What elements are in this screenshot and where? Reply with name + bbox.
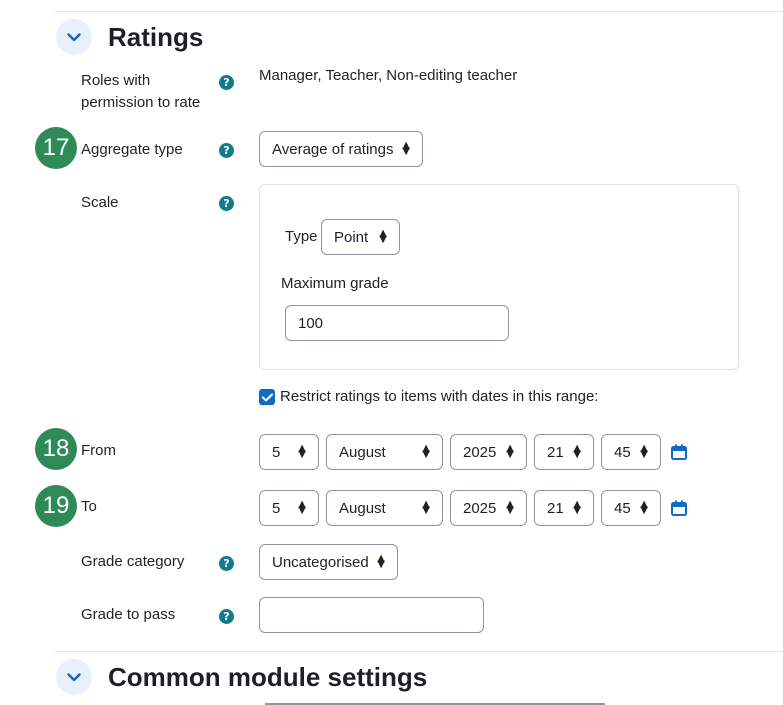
aggregate-type-select[interactable]: Average of ratings ▲ ▼	[259, 131, 423, 167]
sort-caret-icon: ▲ ▼	[402, 140, 410, 157]
sort-caret-icon: ▲ ▼	[422, 443, 430, 460]
scale-help-icon[interactable]: ?	[219, 196, 234, 211]
collapse-common-button[interactable]	[56, 659, 92, 695]
collapse-ratings-button[interactable]	[56, 19, 92, 55]
grade-category-value: Uncategorised	[272, 553, 369, 571]
from-hour-value: 21	[547, 443, 564, 461]
to-minute-value: 45	[614, 499, 631, 517]
step-badge-19: 19	[35, 485, 77, 527]
max-grade-label: Maximum grade	[281, 275, 389, 292]
grade-to-pass-input[interactable]	[259, 597, 484, 633]
grade-to-pass-label: Grade to pass	[81, 606, 176, 623]
sort-caret-icon: ▲ ▼	[506, 443, 514, 460]
chevron-down-icon	[67, 32, 81, 41]
to-hour-value: 21	[547, 499, 564, 517]
sort-caret-icon: ▲ ▼	[573, 499, 581, 516]
ratings-section-header: Ratings	[56, 19, 203, 55]
common-section-title: Common module settings	[108, 661, 428, 692]
from-year-select[interactable]: 2025 ▲ ▼	[450, 434, 527, 470]
from-calendar-icon[interactable]	[671, 444, 687, 460]
chevron-down-icon	[67, 672, 81, 681]
sort-caret-icon: ▲ ▼	[640, 443, 648, 460]
checkmark-icon	[261, 393, 273, 401]
scale-type-value: Point	[334, 228, 369, 246]
sort-caret-icon: ▲ ▼	[640, 499, 648, 516]
to-year-select[interactable]: 2025 ▲ ▼	[450, 490, 527, 526]
roles-label-line2: permission to rate	[81, 94, 201, 111]
step-badge-17: 17	[35, 127, 77, 169]
sort-caret-icon: ▲ ▼	[573, 443, 581, 460]
grade-to-pass-help-icon[interactable]: ?	[219, 609, 234, 624]
section-divider	[55, 651, 783, 652]
grade-category-select[interactable]: Uncategorised ▲ ▼	[259, 544, 398, 580]
aggregate-label: Aggregate type	[81, 141, 183, 158]
sort-caret-icon: ▲ ▼	[506, 499, 514, 516]
scale-label: Scale	[81, 194, 119, 211]
from-year-value: 2025	[463, 443, 497, 461]
roles-label-line1: Roles with	[81, 72, 151, 89]
grade-category-help-icon[interactable]: ?	[219, 556, 234, 571]
grade-category-label: Grade category	[81, 553, 185, 570]
aggregate-type-value: Average of ratings	[272, 140, 394, 158]
to-calendar-icon[interactable]	[671, 500, 687, 516]
to-minute-select[interactable]: 45 ▲ ▼	[601, 490, 661, 526]
to-month-value: August	[339, 499, 386, 517]
to-hour-select[interactable]: 21 ▲ ▼	[534, 490, 594, 526]
from-minute-select[interactable]: 45 ▲ ▼	[601, 434, 661, 470]
to-day-value: 5	[272, 499, 281, 517]
top-divider	[55, 11, 783, 12]
from-month-select[interactable]: August ▲ ▼	[326, 434, 443, 470]
to-year-value: 2025	[463, 499, 497, 517]
sort-caret-icon: ▲ ▼	[379, 228, 387, 245]
to-month-select[interactable]: August ▲ ▼	[326, 490, 443, 526]
step-badge-18: 18	[35, 428, 77, 470]
roles-value: Manager, Teacher, Non-editing teacher	[259, 67, 518, 84]
to-label: To	[81, 498, 97, 515]
restrict-label: Restrict ratings to items with dates in …	[280, 388, 599, 405]
scale-type-select[interactable]: Point ▲ ▼	[321, 219, 400, 255]
restrict-checkbox[interactable]	[259, 389, 275, 405]
from-day-select[interactable]: 5 ▲ ▼	[259, 434, 319, 470]
from-day-value: 5	[272, 443, 281, 461]
sort-caret-icon: ▲ ▼	[377, 553, 385, 570]
sort-caret-icon: ▲ ▼	[298, 443, 306, 460]
from-hour-select[interactable]: 21 ▲ ▼	[534, 434, 594, 470]
from-label: From	[81, 442, 116, 459]
aggregate-help-icon[interactable]: ?	[219, 143, 234, 158]
sort-caret-icon: ▲ ▼	[298, 499, 306, 516]
ratings-section-title: Ratings	[108, 21, 204, 52]
scale-type-label: Type	[285, 228, 318, 245]
roles-label: Roles with permission to rate	[81, 70, 200, 114]
from-minute-value: 45	[614, 443, 631, 461]
to-day-select[interactable]: 5 ▲ ▼	[259, 490, 319, 526]
from-month-value: August	[339, 443, 386, 461]
sort-caret-icon: ▲ ▼	[422, 499, 430, 516]
roles-help-icon[interactable]: ?	[219, 75, 234, 90]
common-section-header: Common module settings	[56, 659, 427, 695]
max-grade-input[interactable]: 100	[285, 305, 509, 341]
